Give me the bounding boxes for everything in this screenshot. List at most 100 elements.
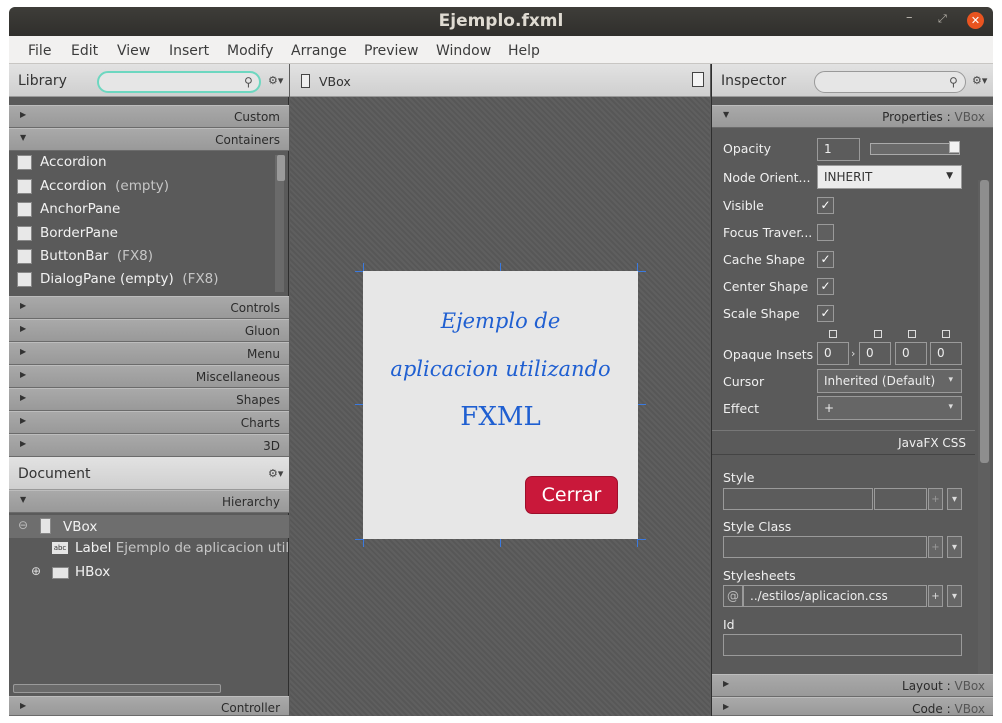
- selection-handle[interactable]: [355, 271, 363, 272]
- selection-handle[interactable]: [355, 539, 363, 540]
- section-properties[interactable]: ▼ Properties : VBox: [712, 105, 993, 128]
- hierarchy-hbox-label[interactable]: HBox: [75, 564, 110, 580]
- section-shapes[interactable]: ▶ Shapes: [9, 388, 289, 411]
- library-item-dialogpane[interactable]: DialogPane (empty) (FX8): [17, 269, 277, 292]
- selection-handle[interactable]: [363, 263, 364, 271]
- cache-shape-checkbox[interactable]: ✓: [817, 251, 834, 268]
- menu-help[interactable]: Help: [508, 43, 540, 59]
- borderpane-icon: [17, 226, 32, 241]
- effect-select[interactable]: + ▾: [817, 396, 962, 420]
- inset-top-field[interactable]: 0: [817, 342, 849, 365]
- section-layout[interactable]: ▶ Layout : VBox: [712, 674, 993, 697]
- selection-handle[interactable]: [637, 539, 638, 547]
- menu-window[interactable]: Window: [436, 43, 491, 59]
- collapse-icon[interactable]: ⊖: [18, 518, 28, 532]
- style-class-add-button[interactable]: +: [928, 536, 943, 558]
- menu-view[interactable]: View: [117, 43, 150, 59]
- style-menu-button[interactable]: ▾: [947, 488, 962, 510]
- menu-modify[interactable]: Modify: [227, 43, 273, 59]
- section-controls[interactable]: ▶ Controls: [9, 296, 289, 319]
- selection-handle[interactable]: [355, 404, 363, 405]
- scene-vbox[interactable]: Ejemplo de aplicacion utilizando FXML Ce…: [363, 271, 638, 539]
- document-icon[interactable]: [692, 72, 704, 87]
- expand-icon[interactable]: ⊕: [31, 564, 41, 578]
- section-custom[interactable]: ▶ Custom: [9, 105, 289, 128]
- selection-handle[interactable]: [638, 404, 646, 405]
- focus-traversable-checkbox[interactable]: [817, 224, 834, 241]
- opacity-field[interactable]: 1: [817, 138, 860, 161]
- section-hierarchy[interactable]: ▼ Hierarchy: [9, 490, 289, 513]
- inset-link-icon[interactable]: [942, 330, 950, 338]
- cerrar-button[interactable]: Cerrar: [525, 476, 618, 514]
- opacity-slider-thumb[interactable]: [949, 141, 960, 153]
- section-3d[interactable]: ▶ 3D: [9, 434, 289, 457]
- menu-insert[interactable]: Insert: [169, 43, 209, 59]
- stylesheet-add-button[interactable]: +: [928, 585, 943, 607]
- inset-link-icon[interactable]: [874, 330, 882, 338]
- section-containers[interactable]: ▼ Containers: [9, 128, 289, 151]
- selection-handle[interactable]: [500, 539, 501, 547]
- section-gluon[interactable]: ▶ Gluon: [9, 319, 289, 342]
- style-class-menu-button[interactable]: ▾: [947, 536, 962, 558]
- id-field[interactable]: [723, 634, 962, 656]
- library-search[interactable]: ⚲: [97, 71, 261, 93]
- stylesheet-field[interactable]: ../estilos/aplicacion.css: [743, 585, 927, 607]
- inset-left-field[interactable]: 0: [930, 342, 962, 365]
- gear-icon[interactable]: ⚙▾: [268, 74, 283, 87]
- library-search-input[interactable]: [105, 74, 235, 90]
- section-charts[interactable]: ▶ Charts: [9, 411, 289, 434]
- accordion-icon: [17, 155, 32, 170]
- section-misc[interactable]: ▶ Miscellaneous: [9, 365, 289, 388]
- section-menu[interactable]: ▶ Menu: [9, 342, 289, 365]
- library-item-accordion[interactable]: Accordion: [17, 152, 277, 175]
- visible-checkbox[interactable]: ✓: [817, 197, 834, 214]
- selection-handle[interactable]: [638, 271, 646, 272]
- scene-label[interactable]: Ejemplo de aplicacion utilizando FXML: [363, 297, 638, 441]
- chevron-right-icon[interactable]: ›: [851, 347, 855, 360]
- menu-preview[interactable]: Preview: [364, 43, 419, 59]
- menu-edit[interactable]: Edit: [71, 43, 98, 59]
- section-javafx-css[interactable]: JavaFX CSS: [712, 430, 975, 455]
- center-shape-checkbox[interactable]: ✓: [817, 278, 834, 295]
- style-class-field[interactable]: [723, 536, 927, 558]
- breadcrumb-vbox[interactable]: VBox: [319, 74, 351, 89]
- inset-right-field[interactable]: 0: [859, 342, 891, 365]
- style-add-button[interactable]: +: [928, 488, 943, 510]
- selection-handle[interactable]: [637, 263, 638, 271]
- inspector-search[interactable]: ⚲: [814, 71, 966, 93]
- maximize-icon[interactable]: ⤢: [938, 12, 947, 26]
- document-title: Document: [18, 466, 91, 482]
- inset-link-icon[interactable]: [829, 330, 837, 338]
- gear-icon[interactable]: ⚙▾: [268, 467, 283, 480]
- inset-bottom-field[interactable]: 0: [895, 342, 927, 365]
- inspector-scrollbar-thumb[interactable]: [980, 180, 989, 463]
- selection-handle[interactable]: [500, 263, 501, 271]
- style-field[interactable]: [723, 488, 873, 510]
- gear-icon[interactable]: ⚙▾: [972, 74, 987, 87]
- library-item-buttonbar[interactable]: ButtonBar (FX8): [17, 246, 277, 269]
- menu-arrange[interactable]: Arrange: [291, 43, 347, 59]
- selection-handle[interactable]: [363, 539, 364, 547]
- style-value-field[interactable]: [874, 488, 927, 510]
- library-item-anchorpane[interactable]: AnchorPane: [17, 199, 277, 222]
- section-code[interactable]: ▶ Code : VBox: [712, 697, 993, 716]
- scale-shape-checkbox[interactable]: ✓: [817, 305, 834, 322]
- scale-shape-label: Scale Shape: [723, 306, 800, 321]
- hierarchy-scrollbar[interactable]: [13, 684, 221, 693]
- close-icon[interactable]: ✕: [967, 12, 984, 29]
- selection-handle[interactable]: [638, 539, 646, 540]
- hierarchy-vbox-label[interactable]: VBox: [63, 519, 97, 535]
- library-item-borderpane[interactable]: BorderPane: [17, 223, 277, 246]
- cursor-select[interactable]: Inherited (Default) ▾: [817, 369, 962, 393]
- library-scrollbar-thumb[interactable]: [277, 155, 285, 181]
- hierarchy-label-node[interactable]: Label Ejemplo de aplicacion utili: [75, 540, 293, 556]
- hierarchy-selected-row[interactable]: [9, 515, 289, 538]
- library-item-accordion-empty[interactable]: Accordion (empty): [17, 176, 277, 199]
- section-controller[interactable]: ▶ Controller: [9, 696, 289, 716]
- stylesheet-menu-button[interactable]: ▾: [947, 585, 962, 607]
- opacity-slider[interactable]: [870, 143, 960, 155]
- inset-link-icon[interactable]: [908, 330, 916, 338]
- menu-file[interactable]: File: [28, 43, 51, 59]
- minimize-icon[interactable]: –: [906, 10, 913, 25]
- node-orient-select[interactable]: INHERIT ▼: [817, 165, 962, 189]
